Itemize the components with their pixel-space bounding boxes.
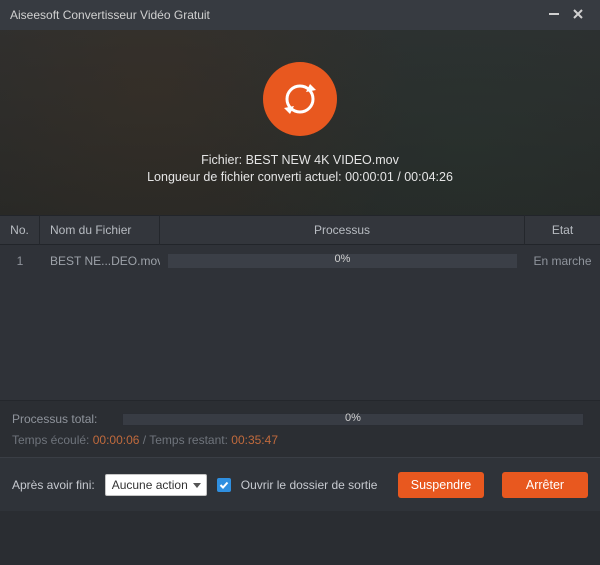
totals-panel: Processus total: 0% Temps écoulé: 00:00:… <box>0 400 600 457</box>
suspend-button[interactable]: Suspendre <box>398 472 484 498</box>
elapsed-label: Temps écoulé: <box>12 433 89 447</box>
footer-bar: Après avoir fini: Aucune action Ouvrir l… <box>0 457 600 511</box>
file-name: BEST NEW 4K VIDEO.mov <box>246 153 399 167</box>
time-row: Temps écoulé: 00:00:06 / Temps restant: … <box>12 431 588 453</box>
after-finish-label: Après avoir fini: <box>12 478 95 492</box>
titlebar[interactable]: Aiseesoft Convertisseur Vidéo Gratuit <box>0 0 600 30</box>
length-total: 00:04:26 <box>404 170 453 184</box>
length-label: Longueur de fichier converti actuel: <box>147 170 342 184</box>
after-finish-select[interactable]: Aucune action <box>105 474 207 496</box>
table-header: No. Nom du Fichier Processus Etat <box>0 215 600 245</box>
row-progress-bar: 0% <box>168 254 517 268</box>
open-folder-checkbox[interactable] <box>217 478 231 492</box>
col-header-stat: Etat <box>525 215 600 245</box>
cell-stat: En marche <box>525 245 600 277</box>
stop-button[interactable]: Arrêter <box>502 472 588 498</box>
close-icon <box>572 8 584 20</box>
cell-name: BEST NE...DEO.mov <box>40 245 160 277</box>
check-icon <box>219 480 229 490</box>
total-progress-label: Processus total: <box>12 412 122 426</box>
col-header-proc: Processus <box>160 215 525 245</box>
open-folder-label[interactable]: Ouvrir le dossier de sortie <box>241 478 378 492</box>
total-progress-bar: 0% <box>122 413 584 426</box>
cell-proc: 0% <box>160 245 525 277</box>
elapsed-value: 00:00:06 <box>93 433 140 447</box>
table-body[interactable]: 1 BEST NE...DEO.mov 0% En marche <box>0 245 600 400</box>
total-progress-row: Processus total: 0% <box>12 407 588 431</box>
after-finish-value: Aucune action <box>112 478 188 492</box>
current-file-line: Fichier: BEST NEW 4K VIDEO.mov <box>201 153 399 167</box>
window-title: Aiseesoft Convertisseur Vidéo Gratuit <box>10 8 542 22</box>
minimize-icon <box>548 8 560 20</box>
file-label: Fichier: <box>201 153 242 167</box>
app-window: Aiseesoft Convertisseur Vidéo Gratuit Fi… <box>0 0 600 565</box>
length-elapsed: 00:00:01 <box>345 170 394 184</box>
hero-panel: Fichier: BEST NEW 4K VIDEO.mov Longueur … <box>0 30 600 215</box>
row-progress-pct: 0% <box>168 253 517 265</box>
remaining-label: Temps restant: <box>149 433 228 447</box>
refresh-icon <box>280 79 320 119</box>
total-progress-pct: 0% <box>123 412 583 424</box>
cell-no: 1 <box>0 245 40 277</box>
close-button[interactable] <box>566 7 590 23</box>
remaining-value: 00:35:47 <box>231 433 278 447</box>
table-row[interactable]: 1 BEST NE...DEO.mov 0% En marche <box>0 245 600 277</box>
convert-status-badge <box>263 62 337 136</box>
length-line: Longueur de fichier converti actuel: 00:… <box>147 170 453 184</box>
minimize-button[interactable] <box>542 7 566 23</box>
col-header-no: No. <box>0 215 40 245</box>
col-header-name: Nom du Fichier <box>40 215 160 245</box>
